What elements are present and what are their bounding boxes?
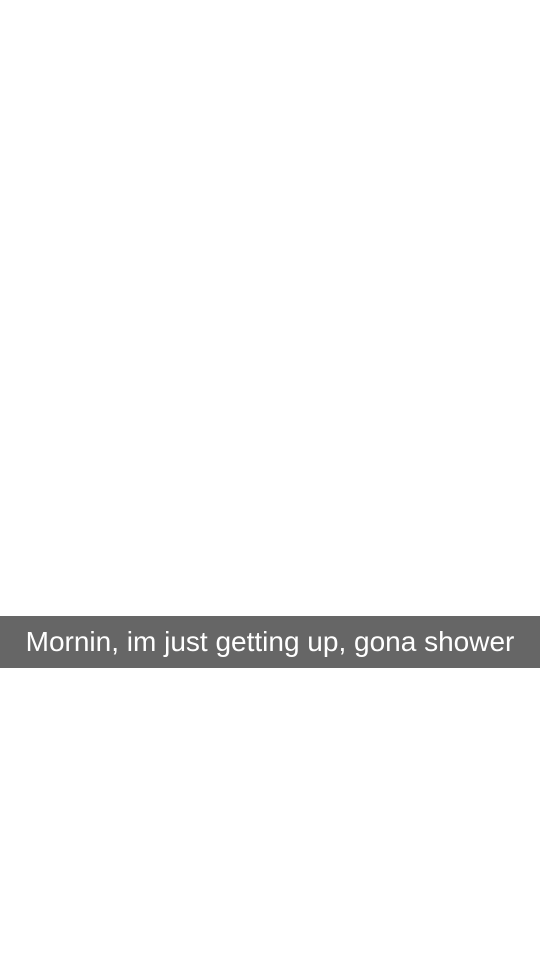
caption-text: Mornin, im just getting up, gona shower bbox=[25, 626, 515, 657]
caption-bar[interactable]: Mornin, im just getting up, gona shower bbox=[0, 616, 540, 668]
snap-screen[interactable]: Mornin, im just getting up, gona shower bbox=[0, 0, 540, 960]
